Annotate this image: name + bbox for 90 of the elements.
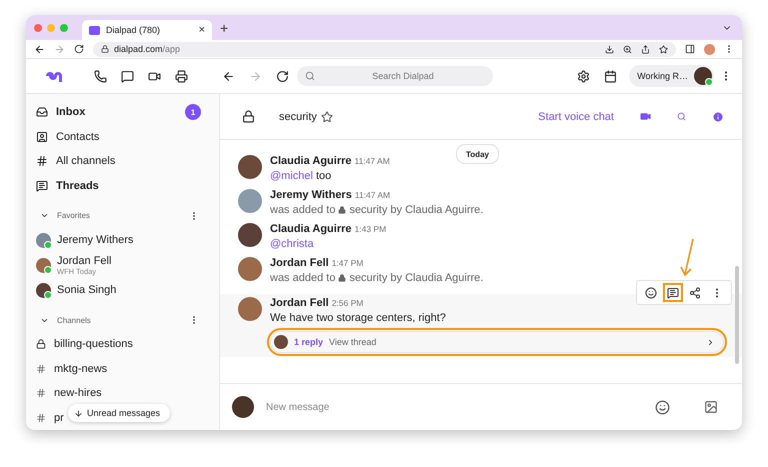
message-text: @christa [270,238,315,250]
reload-icon[interactable] [74,44,84,54]
contact-name[interactable]: Sonia Singh [57,284,116,296]
message-text: security by Claudia Aguirre. [349,204,484,216]
message-text: was added to [270,204,336,216]
channel-item[interactable]: pr [36,406,64,430]
reply-in-thread-icon[interactable] [663,283,683,302]
message-time: 2:56 PM [332,298,364,308]
phone-icon[interactable] [94,70,107,82]
date-divider: Today [456,144,499,164]
author-name[interactable]: Claudia Aguirre [270,223,352,235]
message-input[interactable]: New message [264,400,645,414]
lock-icon [338,274,346,282]
message-text: was added to [270,272,336,284]
star-icon[interactable] [320,110,333,122]
contact-name[interactable]: Jordan Fell [57,254,112,267]
calendar-icon[interactable] [604,70,618,82]
lock-icon [338,206,346,214]
author-name[interactable]: Jordan Fell [270,257,329,269]
profile-avatar[interactable] [704,44,715,54]
reload-icon[interactable] [276,70,289,82]
browser-tab[interactable]: Dialpad (780) × [82,20,212,40]
section-title: Favorites [57,211,90,220]
view-thread-link[interactable]: View thread [329,337,376,347]
sidebar-item[interactable]: Inbox 1 [36,100,219,124]
new-tab-button[interactable]: + [220,20,228,36]
share-icon[interactable] [641,44,650,54]
threads-icon [36,180,48,192]
search-icon [305,71,315,81]
side-panel-icon[interactable] [685,44,695,54]
avatar [274,335,288,349]
zoom-icon[interactable] [623,44,632,54]
arrow-down-icon [74,408,83,418]
channel-item[interactable]: mktg-news [36,356,108,382]
reply-count: 1 reply [294,337,324,347]
annotation-arrow [680,238,696,278]
channel-item[interactable]: new-hires [36,381,102,406]
channel-item[interactable]: billing-questions [36,332,133,357]
channels-icon [36,155,48,168]
message-time: 1:43 PM [354,224,386,234]
settings-icon[interactable] [577,70,590,82]
bookmark-star-icon[interactable] [659,44,668,54]
info-icon[interactable] [712,110,724,122]
logo-icon[interactable] [44,70,64,82]
unread-messages-toast[interactable]: Unread messages [68,404,170,422]
close-tab-button[interactable]: × [198,24,205,36]
channel-name: security [279,110,317,122]
avatar [238,189,262,213]
start-voice-chat-link[interactable]: Start voice chat [532,110,620,124]
favicon-icon [89,26,100,34]
avatar [238,297,262,321]
back-icon[interactable] [222,70,235,82]
message-text: We have two storage centers, right? [270,312,447,324]
video-icon[interactable] [148,70,161,82]
emoji-icon[interactable] [655,400,670,414]
back-icon[interactable] [34,44,45,54]
chevron-right-icon [706,338,715,346]
thread-summary[interactable]: 1 reply View thread [270,331,724,353]
status-button[interactable]: Working R… [629,65,714,87]
scrollbar[interactable] [735,266,739,364]
author-name[interactable]: Jordan Fell [270,297,329,309]
section-title: Channels [57,316,91,325]
avatar [238,257,262,281]
printer-icon[interactable] [175,70,188,82]
url-text: dialpad.com/app [114,44,180,54]
install-icon[interactable] [605,44,614,54]
avatar [238,223,262,247]
sidebar-item[interactable]: Threads [36,174,219,198]
inbox-icon [36,106,48,118]
message-time: 1:47 PM [332,258,364,268]
unread-count: 1 [185,104,201,120]
message-time: 11:47 AM [354,190,390,200]
image-icon[interactable] [704,400,718,414]
search-icon[interactable] [677,112,686,121]
author-name[interactable]: Claudia Aguirre [270,155,352,167]
avatar [238,155,262,179]
lock-icon [101,45,109,53]
message-text: @michel too [270,170,332,182]
address-bar[interactable]: dialpad.com/app [93,42,676,56]
message-time: 11:47 AM [354,156,390,166]
search-field[interactable]: Search Dialpad [297,66,493,86]
tab-title: Dialpad (780) [106,25,162,35]
sidebar-item[interactable]: All channels [36,149,219,174]
contact-name[interactable]: Jeremy Withers [57,234,134,246]
sidebar-item[interactable]: Contacts [36,124,219,149]
avatar [232,396,254,418]
message-text: security by Claudia Aguirre. [349,272,484,284]
message-icon[interactable] [121,70,134,82]
author-name[interactable]: Jeremy Withers [270,189,352,201]
contacts-icon [36,130,48,143]
